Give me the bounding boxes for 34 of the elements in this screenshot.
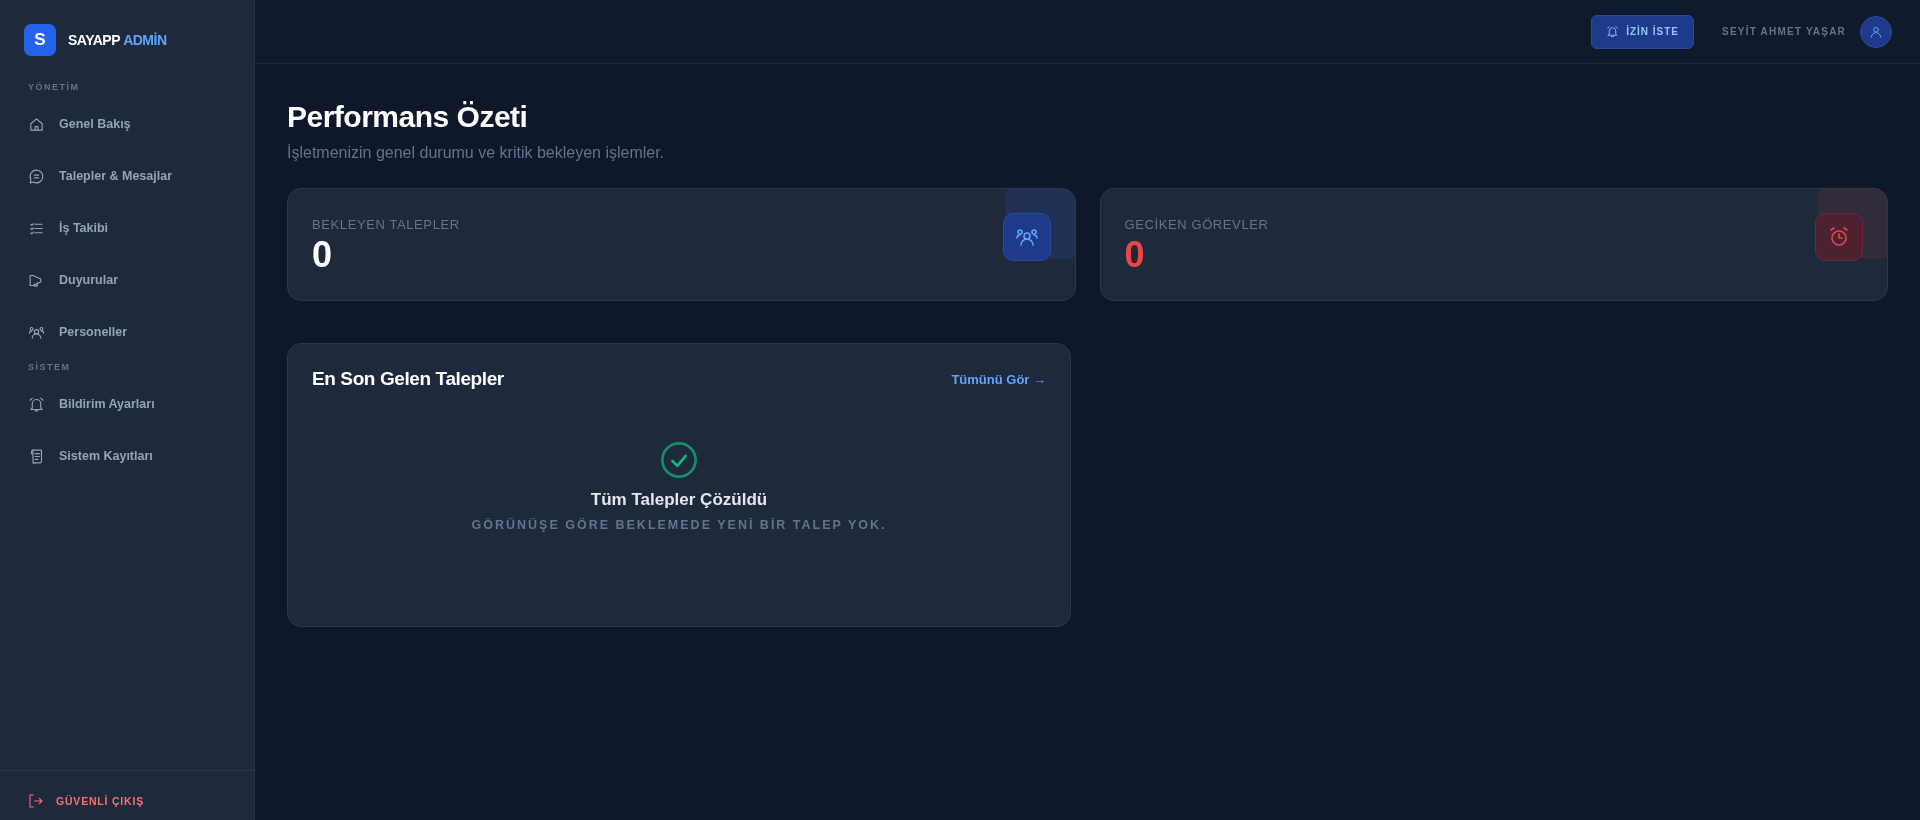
nav-item[interactable]: Duyurular bbox=[0, 254, 254, 306]
bell-icon bbox=[1606, 25, 1620, 38]
page-title: Performans Özeti bbox=[287, 100, 529, 134]
page-subtitle: İşletmenizin genel durumu ve kritik bekleyen işlemler. bbox=[287, 144, 666, 162]
section-label: SİSTEM bbox=[27, 362, 72, 372]
stat-label: BEKLEYEN TALEPLER bbox=[312, 217, 460, 232]
alarm-clock-icon bbox=[1827, 225, 1851, 249]
user-icon bbox=[1869, 24, 1883, 39]
nav-item[interactable]: Sistem Kayıtları bbox=[0, 430, 254, 482]
nav-item[interactable]: Bildirim Ayarları bbox=[0, 378, 254, 430]
stat-label: GECİKEN GÖREVLER bbox=[1124, 217, 1269, 232]
leave-request-button[interactable]: İZİN İSTE bbox=[1591, 14, 1695, 49]
logout-icon bbox=[28, 793, 44, 809]
logout-link[interactable]: GÜVENLİ ÇIKIŞ bbox=[28, 793, 144, 809]
nav-item[interactable]: Genel Bakış bbox=[0, 98, 254, 150]
nav-item[interactable]: Talepler & Mesajlar bbox=[0, 150, 254, 202]
home-icon bbox=[28, 115, 45, 133]
view-all-link[interactable]: Tümünü Gör → bbox=[951, 371, 1046, 387]
empty-state-title: Tüm Talepler Çözüldü bbox=[590, 490, 768, 510]
user-avatar[interactable] bbox=[1860, 15, 1892, 48]
scroll-icon bbox=[28, 447, 45, 465]
nav-item[interactable]: Personeller bbox=[0, 306, 254, 358]
section-label: YÖNETİM bbox=[27, 82, 81, 92]
nav-item[interactable]: İş Takibi bbox=[0, 202, 254, 254]
bell-icon bbox=[28, 395, 45, 413]
chat-bubble-icon bbox=[28, 167, 45, 185]
stat-value: 0 bbox=[1124, 234, 1146, 276]
card-title: En Son Gelen Talepler bbox=[312, 368, 504, 390]
logo-icon: S bbox=[24, 24, 56, 56]
check-circle-icon bbox=[659, 440, 699, 480]
app-logo-text: SAYAPP ADMİN bbox=[68, 32, 167, 48]
user-name: SEYİT AHMET YAŞAR bbox=[1722, 26, 1846, 37]
stat-value: 0 bbox=[312, 234, 334, 276]
empty-state-text: GÖRÜNÜŞE GÖRE BEKLEMEDE YENİ BİR TALEP YOK. bbox=[471, 518, 887, 532]
